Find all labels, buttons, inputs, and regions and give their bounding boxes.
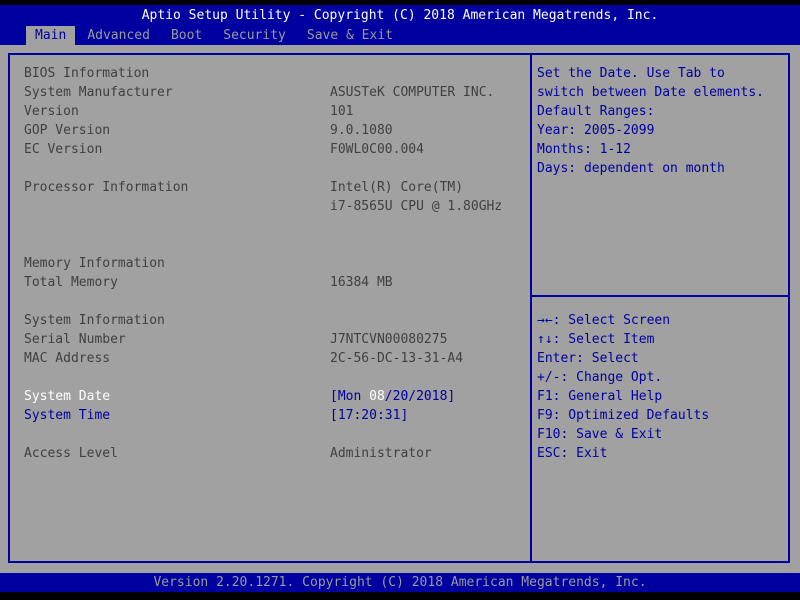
row-value: J7NTCVN00080275 [330, 332, 448, 347]
value-segment: 08 [369, 389, 385, 404]
row-blank [10, 425, 528, 444]
row-label: EC Version [24, 142, 103, 157]
hint-optimized-defaults: F9: Optimized Defaults [537, 408, 710, 423]
row-system-time[interactable]: System Time [17:20:31] [10, 406, 528, 425]
row-value: 16384 MB [330, 275, 393, 290]
help-text-line: Year: 2005-2099 [537, 123, 655, 138]
help-text-line: Days: dependent on month [537, 161, 725, 176]
tab-security[interactable]: Security [214, 26, 295, 45]
hint-select-screen: →←: Select Screen [537, 313, 671, 328]
bios-setup-screen: Aptio Setup Utility - Copyright (C) 2018… [0, 0, 800, 600]
row-system-information: System Information [10, 311, 528, 330]
tab-main[interactable]: Main [26, 26, 76, 45]
settings-panel: BIOS Information System Manufacturer ASUST… [10, 64, 528, 463]
row-label: System Time [24, 408, 111, 423]
help-text-line: switch between Date elements. [537, 85, 764, 100]
value-segment: [17:20:31] [330, 408, 409, 423]
row-label: Access Level [24, 446, 118, 461]
row-gop-version: GOP Version 9.0.1080 [10, 121, 528, 140]
row-value: 101 [330, 104, 354, 119]
key-hints-panel: →←: Select Screen ↑↓: Select Item Enter: S… [537, 311, 787, 463]
row-label: System Manufacturer [24, 85, 173, 100]
row-blank [10, 292, 528, 311]
row-value: [Mon 08/20/2018] [330, 387, 455, 406]
row-label: Total Memory [24, 275, 118, 290]
row-label: Version [24, 104, 79, 119]
row-label: MAC Address [24, 351, 111, 366]
row-processor-information: Processor Information Intel(R) Core(TM) [10, 178, 528, 197]
tab-bar: Main Advanced Boot Security Save & Exit [26, 26, 402, 45]
row-ec-version: EC Version F0WL0C00.004 [10, 140, 528, 159]
hint-change-opt: +/-: Change Opt. [537, 370, 663, 385]
row-value: 2C-56-DC-13-31-A4 [330, 351, 464, 366]
row-blank [10, 368, 528, 387]
row-serial-number: Serial Number J7NTCVN00080275 [10, 330, 528, 349]
app-title: Aptio Setup Utility - Copyright (C) 2018… [141, 8, 659, 23]
tab-advanced[interactable]: Advanced [78, 26, 159, 45]
row-value: ASUSTeK COMPUTER INC. [330, 85, 495, 100]
row-value: Intel(R) Core(TM) [330, 180, 464, 195]
row-label: BIOS Information [24, 66, 150, 81]
row-value: Administrator [330, 446, 432, 461]
tab-save-exit[interactable]: Save & Exit [298, 26, 402, 45]
value-segment: /20/2018] [384, 389, 456, 404]
tab-boot[interactable]: Boot [162, 26, 211, 45]
row-label: Memory Information [24, 256, 165, 271]
vertical-divider [530, 53, 532, 563]
row-value: 9.0.1080 [330, 123, 393, 138]
row-label: System Information [24, 313, 165, 328]
row-label: Processor Information [24, 180, 189, 195]
row-blank: i7-8565U CPU @ 1.80GHz [10, 197, 528, 216]
title-bar: Aptio Setup Utility - Copyright (C) 2018… [0, 5, 800, 45]
hint-exit: ESC: Exit [537, 446, 608, 461]
row-value: F0WL0C00.004 [330, 142, 424, 157]
help-text-line: Default Ranges: [537, 104, 655, 119]
hint-general-help: F1: General Help [537, 389, 663, 404]
row-blank [10, 235, 528, 254]
help-text-line: Set the Date. Use Tab to [537, 66, 725, 81]
hint-select: Enter: Select [537, 351, 639, 366]
row-version: Version 101 [10, 102, 528, 121]
row-label: GOP Version [24, 123, 111, 138]
content-area: BIOS Information System Manufacturer ASUST… [0, 45, 800, 573]
hint-select-item: ↑↓: Select Item [537, 332, 655, 347]
row-label: System Date [24, 389, 111, 404]
hint-save-exit: F10: Save & Exit [537, 427, 663, 442]
row-total-memory: Total Memory 16384 MB [10, 273, 528, 292]
row-memory-information: Memory Information [10, 254, 528, 273]
row-value: i7-8565U CPU @ 1.80GHz [330, 199, 503, 214]
row-system-manufacturer: System Manufacturer ASUSTeK COMPUTER INC. [10, 83, 528, 102]
row-bios-information: BIOS Information [10, 64, 528, 83]
row-mac-address: MAC Address 2C-56-DC-13-31-A4 [10, 349, 528, 368]
row-label: Serial Number [24, 332, 126, 347]
help-text-line: Months: 1-12 [537, 142, 631, 157]
row-system-date[interactable]: System Date [Mon 08/20/2018] [10, 387, 528, 406]
footer-bar: Version 2.20.1271. Copyright (C) 2018 Am… [0, 573, 800, 592]
row-access-level: Access Level Administrator [10, 444, 528, 463]
row-blank [10, 159, 528, 178]
help-panel: Set the Date. Use Tab to switch between D… [537, 64, 787, 178]
row-value: [17:20:31] [330, 406, 408, 425]
row-blank [10, 216, 528, 235]
value-segment: [Mon [330, 389, 370, 404]
help-hints-divider [532, 295, 788, 297]
